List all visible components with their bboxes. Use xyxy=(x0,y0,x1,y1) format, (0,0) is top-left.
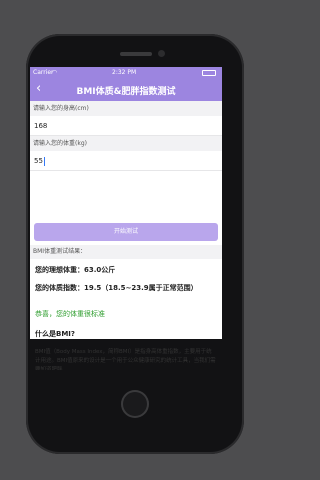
text-caret xyxy=(43,156,45,166)
app-screen: Carrier ◠ 2:32 PM ‹ BMI体质&肥胖指数测试 请输入您的身高… xyxy=(30,67,222,339)
weight-label: 请输入您的体重(kg) xyxy=(30,136,222,151)
battery-icon xyxy=(202,70,216,76)
weight-input[interactable]: 55 xyxy=(30,151,222,171)
speaker-grille xyxy=(120,52,152,56)
wifi-icon: ◠ xyxy=(52,69,58,76)
clock: 2:32 PM xyxy=(112,69,137,76)
nav-bar: ‹ BMI体质&肥胖指数测试 xyxy=(30,79,222,101)
info-body-text: BMI值（Body Mass Index，简称BMI）是指身高体重指数，主要用于… xyxy=(35,349,216,370)
height-input[interactable]: 168 xyxy=(30,116,222,136)
page-title: BMI体质&肥胖指数测试 xyxy=(76,87,176,97)
start-test-button[interactable]: 开始测试 xyxy=(34,223,218,241)
status-bar: Carrier ◠ 2:32 PM xyxy=(30,67,222,79)
info-body-container: BMI值（Body Mass Index，简称BMI）是指身高体重指数，主要用于… xyxy=(35,348,217,370)
carrier-label: Carrier xyxy=(33,69,54,76)
height-label: 请输入您的身高(cm) xyxy=(30,101,222,116)
bmi-value-text: 您的体质指数：19.5（18.5~23.9属于正常范围） xyxy=(35,284,198,292)
height-value: 168 xyxy=(34,122,48,130)
front-camera xyxy=(158,50,165,57)
congrats-text: 恭喜，您的体重很标准 xyxy=(35,310,105,318)
result-section-header: BMI体重测试结果： xyxy=(30,245,222,259)
info-heading: 什么是BMI? xyxy=(35,330,75,338)
ideal-weight-text: 您的理想体重：63.0公斤 xyxy=(35,266,116,274)
weight-value: 55 xyxy=(34,157,43,165)
home-button[interactable] xyxy=(121,390,149,418)
